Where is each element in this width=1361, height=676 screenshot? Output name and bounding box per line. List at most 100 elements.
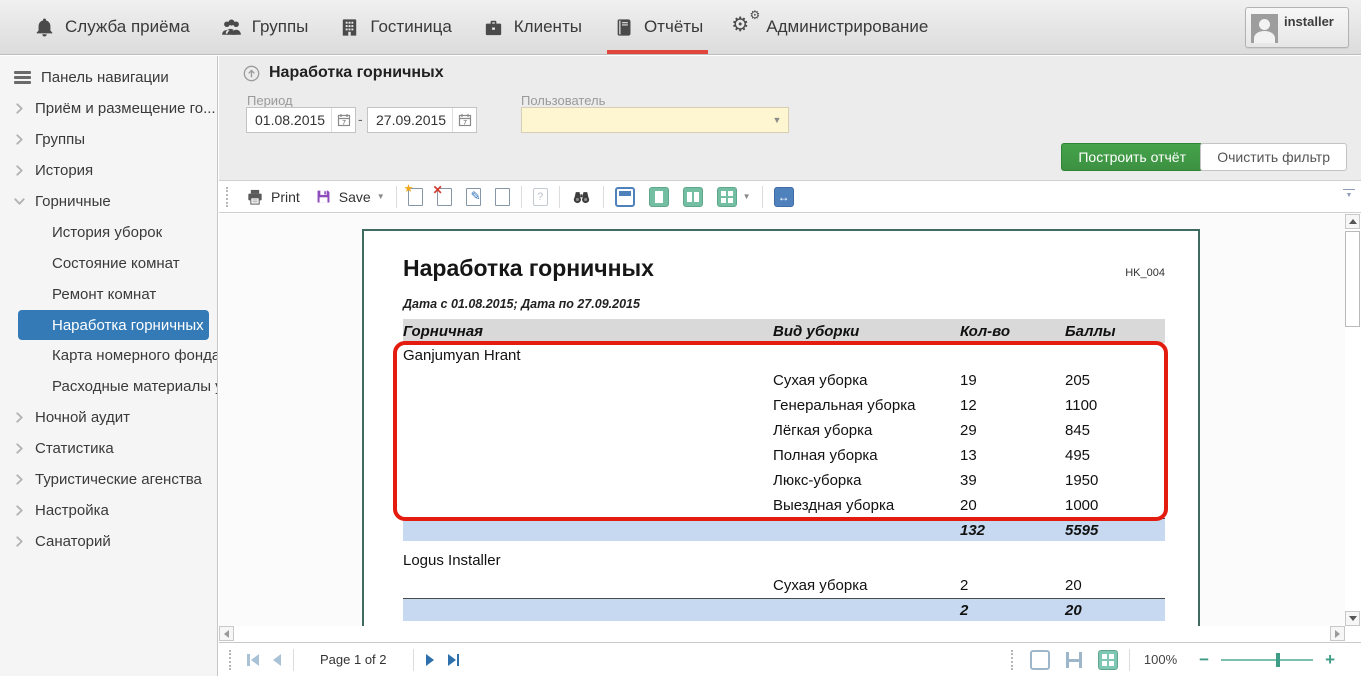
save-floppy-icon bbox=[314, 187, 333, 206]
print-button[interactable]: Print bbox=[238, 184, 307, 210]
find-binoculars-icon bbox=[571, 186, 592, 207]
next-page-button[interactable] bbox=[418, 649, 442, 671]
sidebar-item[interactable]: Настройка bbox=[0, 495, 217, 526]
horizontal-scrollbar[interactable] bbox=[219, 626, 1345, 642]
save-button[interactable]: Save ▼ bbox=[307, 184, 392, 210]
chevron-down-icon bbox=[14, 196, 25, 207]
sidebar-item[interactable]: Группы bbox=[0, 124, 217, 155]
calendar-icon[interactable] bbox=[452, 108, 476, 132]
zoom-slider-handle[interactable] bbox=[1276, 653, 1280, 667]
sidebar-item[interactable]: Состояние комнат bbox=[0, 248, 217, 279]
fit-page-width-button[interactable]: ↔ bbox=[767, 184, 801, 210]
sidebar-item-label: Туристические агенства bbox=[35, 471, 202, 488]
zoom-level-label: 100% bbox=[1144, 652, 1177, 667]
sidebar-item[interactable]: Туристические агенства bbox=[0, 464, 217, 495]
sidebar-item-label: Ночной аудит bbox=[35, 409, 130, 426]
report-row: Выездная уборка201000 bbox=[403, 493, 1165, 518]
points-value: 845 bbox=[1065, 422, 1165, 439]
sidebar-item[interactable]: Горничные bbox=[0, 186, 217, 217]
find-button[interactable] bbox=[564, 184, 599, 210]
tab-briefcase[interactable]: Клиенты bbox=[467, 0, 597, 54]
cleaning-type: Люкс-уборка bbox=[773, 472, 960, 489]
tab-gears[interactable]: ⚙⚙Администрирование bbox=[718, 0, 943, 54]
tab-users[interactable]: Группы bbox=[205, 0, 324, 54]
zoom-page-width-button[interactable] bbox=[1057, 647, 1091, 673]
new-page-button[interactable]: ★ bbox=[401, 184, 430, 210]
zoom-slider[interactable] bbox=[1221, 659, 1313, 661]
period-label: Период bbox=[247, 93, 293, 108]
chevron-right-icon bbox=[14, 474, 25, 485]
sidebar-item[interactable]: Карта номерного фонда bbox=[0, 340, 217, 371]
scroll-down-button[interactable] bbox=[1345, 611, 1360, 626]
clear-filter-button[interactable]: Очистить фильтр bbox=[1200, 143, 1347, 171]
drag-handle[interactable] bbox=[1011, 650, 1017, 670]
view-multiple-pages-icon bbox=[717, 187, 737, 207]
zoom-out-button[interactable]: − bbox=[1191, 650, 1217, 670]
scroll-up-button[interactable] bbox=[1345, 214, 1360, 229]
collapse-panel-icon[interactable] bbox=[243, 65, 260, 82]
sidebar-header[interactable]: Панель навигации bbox=[0, 62, 217, 93]
calendar-icon[interactable] bbox=[331, 108, 355, 132]
sidebar-item[interactable]: Приём и размещение го... bbox=[0, 93, 217, 124]
chevron-right-icon bbox=[14, 103, 25, 114]
sidebar-item[interactable]: Наработка горничных bbox=[18, 310, 209, 340]
sidebar-item[interactable]: Ночной аудит bbox=[0, 402, 217, 433]
zoom-single-page-button[interactable] bbox=[1023, 647, 1057, 673]
points-value: 1000 bbox=[1065, 497, 1165, 514]
sidebar-item[interactable]: Расходные материалы у... bbox=[0, 371, 217, 402]
tab-building[interactable]: Гостиница bbox=[323, 0, 466, 54]
date-to-field[interactable]: 27.09.2015 bbox=[367, 107, 477, 133]
navigation-sidebar: Панель навигации Приём и размещение го..… bbox=[0, 56, 218, 676]
delete-page-button[interactable]: ✕ bbox=[430, 184, 459, 210]
report-page: Наработка горничных HK_004 Дата с 01.08.… bbox=[362, 229, 1200, 626]
report-table: ГорничнаяВид уборкиКол-воБаллы Ganjumyan… bbox=[403, 319, 1165, 626]
vertical-scroll-thumb[interactable] bbox=[1345, 231, 1360, 327]
points-value: 205 bbox=[1065, 372, 1165, 389]
user-menu-button[interactable]: installer bbox=[1245, 7, 1349, 48]
group-name-row: Logus Installer bbox=[403, 548, 1165, 573]
scroll-right-button[interactable] bbox=[1330, 626, 1345, 641]
page-setup-button[interactable] bbox=[488, 184, 517, 210]
view-continuous-icon bbox=[649, 187, 669, 207]
sidebar-item[interactable]: История bbox=[0, 155, 217, 186]
sidebar-item[interactable]: Ремонт комнат bbox=[0, 279, 217, 310]
user-filter-label: Пользователь bbox=[521, 93, 605, 108]
edit-page-button[interactable]: ✎ bbox=[459, 184, 488, 210]
date-from-field[interactable]: 01.08.2015 bbox=[246, 107, 356, 133]
build-report-button[interactable]: Построить отчёт bbox=[1061, 143, 1203, 171]
report-subtitle: Дата с 01.08.2015; Дата по 27.09.2015 bbox=[403, 297, 640, 311]
toolbar-overflow-button[interactable]: ▼ bbox=[1343, 189, 1355, 199]
page-title: Наработка горничных bbox=[269, 64, 444, 82]
previous-page-button[interactable] bbox=[265, 649, 289, 671]
zoom-in-button[interactable]: + bbox=[1317, 650, 1343, 670]
sidebar-item[interactable]: Санаторий bbox=[0, 526, 217, 557]
scroll-left-button[interactable] bbox=[219, 626, 234, 641]
grid-mode-icon bbox=[1098, 650, 1118, 670]
housekeeper-name: Logus Installer bbox=[403, 552, 501, 569]
view-single-page-button[interactable] bbox=[608, 184, 642, 210]
column-header: Вид уборки bbox=[773, 323, 960, 340]
sidebar-item[interactable]: История уборок bbox=[0, 217, 217, 248]
zoom-grid-mode-button[interactable] bbox=[1091, 647, 1125, 673]
user-combobox[interactable]: ▼ bbox=[521, 107, 789, 133]
view-facing-pages-button[interactable] bbox=[676, 184, 710, 210]
column-header: Кол-во bbox=[960, 323, 1065, 340]
last-page-button[interactable] bbox=[442, 649, 466, 671]
report-toolbar: Print Save ▼ ★ ✕ ✎ ? ▼ ↔ ▼ bbox=[219, 180, 1361, 213]
drag-handle[interactable] bbox=[229, 650, 235, 670]
report-row: Полная уборка13495 bbox=[403, 443, 1165, 468]
vertical-scrollbar[interactable] bbox=[1345, 214, 1361, 642]
zoom-controls: 100% − + bbox=[1009, 647, 1343, 673]
total-points: 5595 bbox=[1065, 522, 1165, 539]
tab-book[interactable]: Отчёты bbox=[597, 0, 718, 54]
sidebar-item[interactable]: Статистика bbox=[0, 433, 217, 464]
tab-label: Клиенты bbox=[514, 17, 582, 37]
tab-label: Группы bbox=[252, 17, 309, 37]
drag-handle[interactable] bbox=[226, 187, 232, 207]
tab-bell[interactable]: Служба приёма bbox=[18, 0, 205, 54]
view-multiple-pages-button[interactable]: ▼ bbox=[710, 184, 758, 210]
paste-button[interactable]: ? bbox=[526, 184, 555, 210]
view-continuous-button[interactable] bbox=[642, 184, 676, 210]
first-page-button[interactable] bbox=[241, 649, 265, 671]
cleaning-type: Сухая уборка bbox=[773, 577, 960, 594]
